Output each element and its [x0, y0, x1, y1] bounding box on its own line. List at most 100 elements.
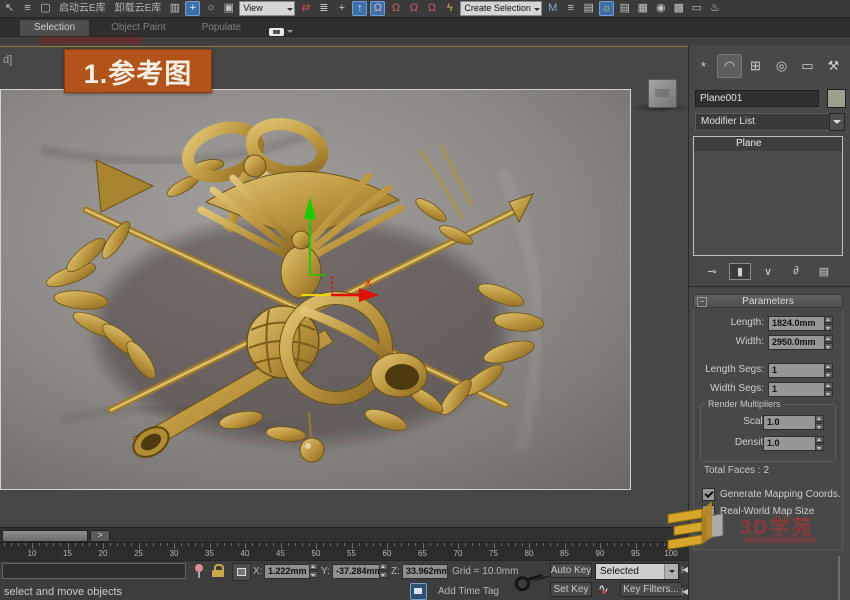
- dropdown-button[interactable]: [664, 564, 678, 579]
- tab-display[interactable]: ▭: [795, 54, 820, 78]
- ruler-tick: [188, 543, 189, 546]
- object-name-field[interactable]: Plane001: [695, 90, 819, 107]
- auto-key-button[interactable]: Auto Key: [550, 563, 592, 578]
- selection-lock-icon[interactable]: [212, 564, 224, 577]
- length-segs-field[interactable]: 1: [768, 363, 825, 378]
- time-ruler[interactable]: 101520253035404550556065707580859095100: [0, 543, 688, 561]
- length-spinner[interactable]: [824, 316, 833, 331]
- select-and-move-icon[interactable]: +: [185, 1, 200, 16]
- launch-cloud-library-button[interactable]: 启动云E库: [56, 1, 109, 16]
- show-end-result-icon[interactable]: ▮: [729, 263, 751, 280]
- named-sets-lightning-icon[interactable]: ϟ: [442, 1, 457, 16]
- rectangular-selection-icon[interactable]: ▢: [38, 1, 53, 16]
- x-spinner[interactable]: [309, 563, 318, 578]
- configure-modifier-sets-icon[interactable]: ▤: [813, 263, 835, 280]
- selection-filter-icon[interactable]: ▥: [167, 1, 182, 16]
- set-key-button[interactable]: Set Key: [550, 582, 592, 597]
- width-segs-field[interactable]: 1: [768, 382, 825, 397]
- select-and-scale-icon[interactable]: ▣: [221, 1, 236, 16]
- mirror-icon[interactable]: ⇄: [298, 1, 313, 16]
- x-coord-field[interactable]: 1.222mm: [264, 564, 310, 579]
- reference-image-plane[interactable]: X: [0, 89, 631, 490]
- manipulate-icon[interactable]: +: [334, 1, 349, 16]
- percent-snap-icon[interactable]: Ω: [406, 1, 421, 16]
- tab-populate[interactable]: Populate: [188, 20, 255, 36]
- set-keys-button[interactable]: [512, 563, 546, 597]
- modifier-list-arrow-button[interactable]: [829, 113, 845, 131]
- viewport-label-fragment[interactable]: d]: [3, 54, 12, 66]
- ruler-tick: [288, 543, 289, 546]
- light-toggle-icon[interactable]: ☼: [599, 1, 614, 16]
- ribbon-minimize-control[interactable]: [269, 27, 293, 36]
- parameters-rollout-header[interactable]: − Parameters: [693, 294, 843, 308]
- default-in-out-tangents-icon[interactable]: ∿: [598, 581, 609, 597]
- remove-modifier-icon[interactable]: ∂: [785, 263, 807, 280]
- pin-icon[interactable]: [194, 564, 204, 578]
- absolute-mode-toggle-icon[interactable]: [232, 563, 251, 581]
- tab-object-paint[interactable]: Object Paint: [97, 20, 179, 36]
- width-field[interactable]: 2950.0mm: [768, 335, 825, 350]
- length-segs-spinner[interactable]: [824, 363, 833, 378]
- real-world-row[interactable]: Real-World Map Size: [702, 505, 814, 518]
- next-frame-button[interactable]: >: [90, 530, 110, 542]
- length-field[interactable]: 1824.0mm: [768, 316, 825, 331]
- ruler-tick: [664, 543, 665, 546]
- z-coord-field[interactable]: 33.962mm: [402, 564, 448, 579]
- scale-spinner[interactable]: [815, 415, 824, 430]
- select-and-rotate-icon[interactable]: ○: [203, 1, 218, 16]
- mirror-tool-icon[interactable]: M: [545, 1, 560, 16]
- perspective-viewport[interactable]: d]: [0, 46, 688, 527]
- key-filters-button[interactable]: Key Filters...: [620, 582, 682, 597]
- key-set-dropdown[interactable]: Selected: [595, 563, 679, 580]
- tab-motion[interactable]: ◎: [769, 54, 794, 78]
- previous-key-icon[interactable]: |◀: [681, 587, 687, 596]
- modifier-list-dropdown[interactable]: Modifier List: [695, 113, 835, 131]
- y-coord-field[interactable]: -37.284mm: [332, 564, 380, 579]
- previous-frame-icon[interactable]: |◀: [681, 565, 687, 574]
- time-slider-handle[interactable]: [2, 530, 88, 542]
- graphite-toggle-icon[interactable]: ↑: [352, 1, 367, 16]
- keyboard-override-icon[interactable]: [410, 583, 427, 600]
- maxscript-mini-listener[interactable]: [2, 563, 186, 579]
- material-editor-icon[interactable]: ◉: [653, 1, 668, 16]
- tab-selection[interactable]: Selection: [20, 20, 89, 36]
- time-slider-track[interactable]: >: [0, 527, 688, 543]
- stack-item-plane[interactable]: Plane: [694, 137, 842, 151]
- reference-coordinate-dropdown[interactable]: View: [239, 1, 295, 16]
- unload-cloud-library-button[interactable]: 卸载云E库: [112, 1, 165, 16]
- generate-mapping-row[interactable]: Generate Mapping Coords.: [702, 488, 841, 501]
- layer-manager-icon[interactable]: ≣: [316, 1, 331, 16]
- tab-hierarchy[interactable]: ⊞: [743, 54, 768, 78]
- spinner-snap-icon[interactable]: Ω: [424, 1, 439, 16]
- scene-helper-box[interactable]: [648, 79, 677, 108]
- real-world-checkbox[interactable]: [702, 505, 715, 518]
- select-object-icon[interactable]: ↖: [2, 1, 17, 16]
- density-field[interactable]: 1.0: [763, 436, 816, 451]
- add-time-tag[interactable]: Add Time Tag: [438, 586, 499, 597]
- tab-create[interactable]: *: [691, 54, 716, 78]
- snaps-toggle-icon[interactable]: Ω: [370, 1, 385, 16]
- density-spinner[interactable]: [815, 436, 824, 451]
- modifier-stack[interactable]: Plane: [693, 136, 843, 256]
- curve-editor-icon[interactable]: ▤: [617, 1, 632, 16]
- render-setup-icon[interactable]: ▩: [671, 1, 686, 16]
- scene-explorer-icon[interactable]: ▤: [581, 1, 596, 16]
- named-selection-combo[interactable]: Create Selection Se: [460, 1, 542, 16]
- render-icon[interactable]: ♨: [707, 1, 722, 16]
- object-color-swatch[interactable]: [827, 89, 846, 108]
- align-icon[interactable]: ≡: [563, 1, 578, 16]
- tab-utilities[interactable]: ⚒: [821, 54, 846, 78]
- chevron-down-icon: [287, 8, 293, 14]
- schematic-view-icon[interactable]: ▦: [635, 1, 650, 16]
- y-spinner[interactable]: [379, 563, 388, 578]
- angle-snap-icon[interactable]: Ω: [388, 1, 403, 16]
- width-spinner[interactable]: [824, 335, 833, 350]
- width-segs-spinner[interactable]: [824, 382, 833, 397]
- scale-field[interactable]: 1.0: [763, 415, 816, 430]
- make-unique-icon[interactable]: ∨: [757, 263, 779, 280]
- generate-mapping-checkbox[interactable]: [702, 488, 715, 501]
- selection-menu-icon[interactable]: ≡: [20, 1, 35, 16]
- pin-stack-icon[interactable]: ⊸: [701, 263, 723, 280]
- tab-modify[interactable]: ◠: [717, 54, 742, 78]
- rendered-frame-icon[interactable]: ▭: [689, 1, 704, 16]
